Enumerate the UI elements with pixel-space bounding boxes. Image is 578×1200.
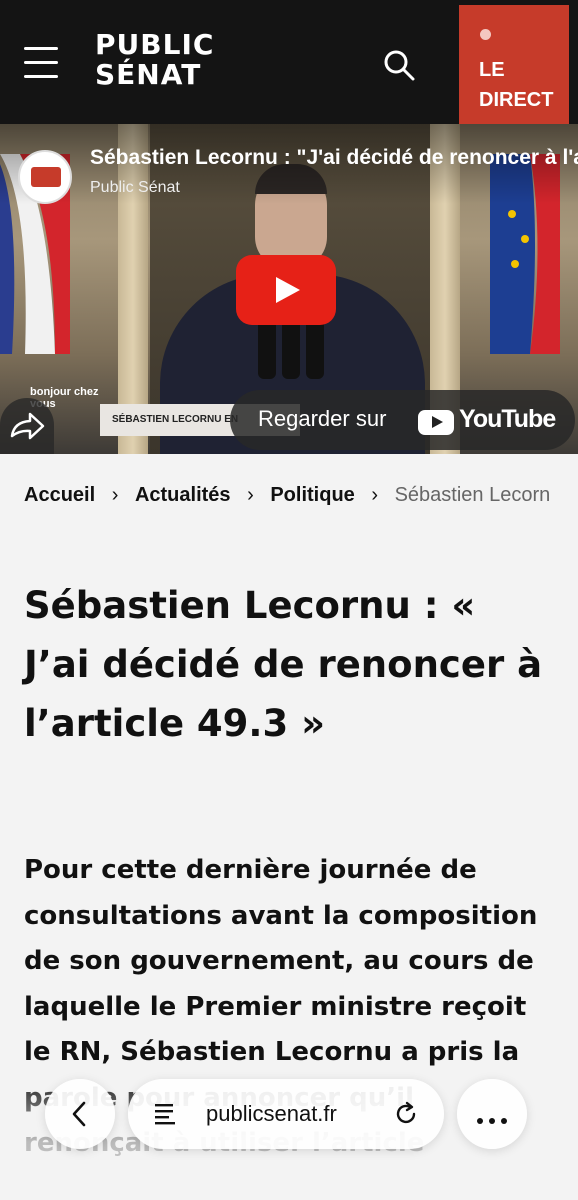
share-button[interactable] [0, 398, 54, 454]
reload-icon[interactable] [392, 1100, 420, 1128]
microphone [258, 319, 276, 379]
video-embed[interactable]: Sébastien Lecornu : "J'ai décidé de reno… [0, 124, 578, 454]
chevron-right-icon: › [371, 484, 379, 507]
play-icon [276, 277, 300, 303]
url-text: publicsenat.fr [206, 1101, 337, 1126]
reader-icon[interactable] [152, 1101, 178, 1127]
breadcrumb-current: Sébastien Lecornu : « J'ai décidé de ren… [394, 484, 550, 507]
back-button[interactable] [45, 1079, 115, 1149]
watch-on-youtube-button[interactable]: Regarder sur YouTube [230, 390, 575, 450]
youtube-logo-icon [418, 410, 454, 435]
channel-avatar[interactable] [18, 150, 72, 204]
live-dot-icon [480, 29, 491, 40]
menu-icon[interactable] [24, 47, 58, 81]
breadcrumb-news[interactable]: Actualités [135, 484, 231, 507]
breadcrumb-politics[interactable]: Politique [270, 484, 354, 507]
video-channel[interactable]: Public Sénat [90, 179, 180, 197]
more-button[interactable] [457, 1079, 527, 1149]
chevron-right-icon: › [247, 484, 254, 507]
site-header: PUBLIC SÉNAT LE DIRECT [0, 0, 578, 124]
youtube-wordmark: YouTube [459, 405, 556, 433]
breadcrumb: Accueil › Actualités › Politique › Sébas… [24, 484, 550, 512]
search-icon[interactable] [382, 48, 416, 82]
logo-line-2: SÉNAT [95, 58, 202, 91]
video-title[interactable]: Sébastien Lecornu : "J'ai décidé de reno… [90, 146, 578, 170]
site-logo[interactable]: PUBLIC SÉNAT [95, 30, 214, 90]
microphone [306, 319, 324, 379]
play-button[interactable] [236, 255, 336, 325]
chevron-right-icon: › [111, 484, 119, 507]
more-dots-icon [477, 1111, 513, 1129]
watch-on-label: Regarder sur [258, 406, 387, 431]
address-bar[interactable]: publicsenat.fr [128, 1079, 444, 1149]
microphone [282, 319, 300, 379]
chevron-left-icon [72, 1101, 86, 1127]
live-button[interactable]: LE DIRECT [459, 5, 569, 124]
live-label: LE DIRECT [479, 59, 554, 111]
logo-line-1: PUBLIC [95, 28, 215, 61]
share-icon [10, 412, 45, 440]
article-title: Sébastien Lecornu : « J’ai décidé de ren… [24, 584, 543, 745]
breadcrumb-home[interactable]: Accueil [24, 484, 95, 507]
